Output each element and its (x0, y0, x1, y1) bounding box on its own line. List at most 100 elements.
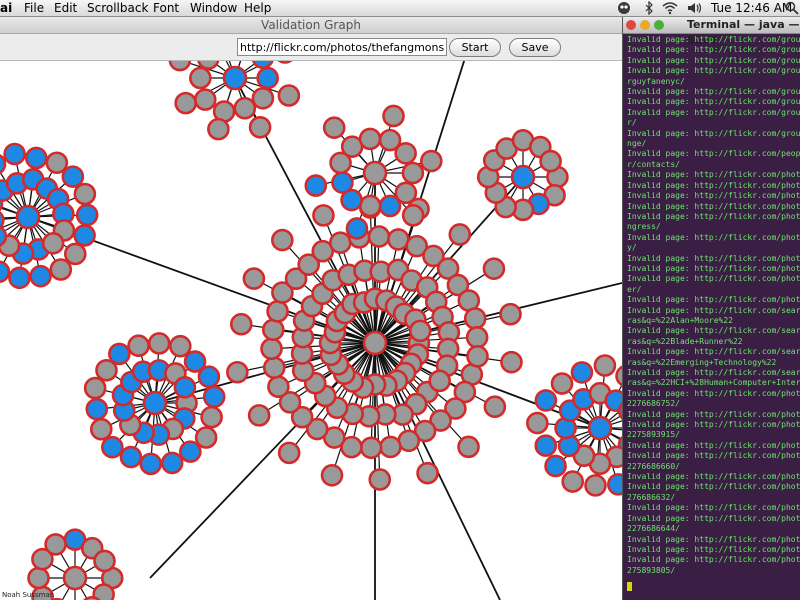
volume-icon[interactable] (686, 0, 702, 16)
graph-node-gray[interactable] (226, 360, 249, 384)
graph-node-gray[interactable] (362, 330, 388, 356)
graph-node-gray[interactable] (359, 436, 383, 460)
graph-node-gray[interactable] (539, 149, 562, 173)
graph-node-blue[interactable] (29, 264, 52, 288)
graph-node-blue[interactable] (119, 445, 143, 469)
graph-node-blue[interactable] (557, 434, 581, 458)
graph-node-gray[interactable] (200, 405, 223, 429)
graph-node-gray[interactable] (260, 337, 283, 361)
graph-node-gray[interactable] (368, 468, 392, 491)
graph-node-gray[interactable] (320, 464, 344, 487)
graph-node-gray[interactable] (89, 417, 113, 441)
graph-node-gray[interactable] (561, 470, 585, 493)
graph-node-gray[interactable] (416, 461, 439, 485)
graph-node-gray[interactable] (63, 242, 87, 266)
graph-node-gray[interactable] (27, 566, 50, 590)
graph-node-blue[interactable] (3, 142, 26, 166)
graph-node-blue[interactable] (160, 451, 184, 475)
url-input[interactable] (237, 38, 447, 56)
graph-node-gray[interactable] (207, 117, 230, 141)
graph-node-gray[interactable] (394, 142, 417, 165)
graph-node-blue[interactable] (345, 217, 369, 240)
app-switch-icon[interactable] (617, 0, 631, 16)
graph-node-blue[interactable] (108, 342, 131, 366)
graph-node-gray[interactable] (482, 257, 506, 280)
graph-node-gray[interactable] (266, 300, 289, 323)
graph-node-gray[interactable] (358, 127, 382, 151)
graph-node-gray[interactable] (189, 66, 212, 90)
graph-node-gray[interactable] (362, 160, 388, 186)
close-icon[interactable] (626, 20, 636, 30)
graph-node-gray[interactable] (147, 332, 171, 355)
graph-node-blue[interactable] (534, 389, 558, 412)
graph-node-gray[interactable] (312, 204, 335, 227)
graph-node-gray[interactable] (242, 267, 266, 290)
graph-node-gray[interactable] (83, 376, 107, 400)
graph-node-gray[interactable] (271, 228, 294, 252)
graph-node-blue[interactable] (139, 452, 163, 476)
graph-node-gray[interactable] (322, 116, 346, 139)
graph-node-blue[interactable] (202, 385, 226, 409)
graph-node-blue[interactable] (378, 194, 402, 218)
graph-node-gray[interactable] (379, 435, 402, 459)
graph-node-gray[interactable] (229, 312, 253, 336)
graph-node-blue[interactable] (24, 146, 48, 170)
graph-node-blue[interactable] (197, 365, 221, 389)
graph-node-gray[interactable] (233, 96, 257, 120)
graph-node-gray[interactable] (251, 86, 275, 110)
graph-node-gray[interactable] (267, 375, 290, 399)
graph-node-blue[interactable] (75, 203, 99, 227)
start-button[interactable]: Start (449, 38, 501, 57)
graph-node-blue[interactable] (570, 361, 594, 384)
graph-node-gray[interactable] (93, 549, 116, 573)
graph-node-blue[interactable] (222, 65, 248, 91)
menu-file[interactable]: File (24, 1, 44, 15)
graph-node-gray[interactable] (420, 149, 443, 173)
graph-node-gray[interactable] (483, 395, 507, 419)
graph-node-gray[interactable] (44, 533, 67, 556)
graph-node-gray[interactable] (174, 91, 197, 115)
graph-node-blue[interactable] (8, 266, 31, 290)
graph-node-gray[interactable] (448, 223, 472, 246)
graph-node-blue[interactable] (179, 440, 202, 463)
graph-node-gray[interactable] (277, 84, 301, 107)
graph-node-gray[interactable] (428, 369, 451, 393)
validation-graph-canvas[interactable] (0, 61, 622, 600)
graph-node-gray[interactable] (550, 372, 574, 395)
menu-window[interactable]: Window (190, 1, 237, 15)
graph-node-blue[interactable] (510, 164, 536, 190)
graph-node-blue[interactable] (534, 434, 558, 457)
graph-node-gray[interactable] (387, 228, 410, 251)
graph-node-gray[interactable] (329, 231, 352, 254)
graph-node-gray[interactable] (408, 319, 432, 343)
menu-app-name[interactable]: ai (0, 1, 12, 15)
graph-node-gray[interactable] (584, 474, 607, 497)
graph-node-blue[interactable] (85, 397, 109, 421)
graph-node-gray[interactable] (127, 334, 150, 358)
graph-node-gray[interactable] (401, 204, 425, 227)
graph-node-gray[interactable] (197, 61, 220, 70)
graph-node-gray[interactable] (168, 334, 192, 358)
graph-node-gray[interactable] (194, 426, 218, 449)
graph-node-gray[interactable] (465, 326, 489, 349)
graph-node-gray[interactable] (168, 61, 192, 72)
zoom-icon[interactable] (654, 20, 664, 30)
menubar-clock[interactable]: Tue 12:46 AM (711, 0, 792, 16)
graph-node-gray[interactable] (593, 354, 617, 377)
graph-node-blue[interactable] (256, 66, 279, 90)
graph-node-gray[interactable] (401, 161, 425, 185)
menu-edit[interactable]: Edit (54, 1, 77, 15)
graph-node-gray[interactable] (397, 429, 421, 453)
graph-node-gray[interactable] (262, 356, 286, 379)
graph-node-blue[interactable] (173, 376, 197, 399)
graph-node-gray[interactable] (248, 115, 272, 139)
bluetooth-icon[interactable] (644, 0, 654, 16)
menu-font[interactable]: Font (153, 1, 179, 15)
spotlight-icon[interactable] (785, 0, 799, 16)
graph-node-gray[interactable] (500, 350, 523, 374)
minimize-icon[interactable] (640, 20, 650, 30)
graph-node-gray[interactable] (73, 182, 97, 206)
graph-node-gray[interactable] (261, 318, 285, 342)
graph-node-blue[interactable] (331, 171, 354, 194)
graph-node-blue[interactable] (607, 473, 622, 496)
